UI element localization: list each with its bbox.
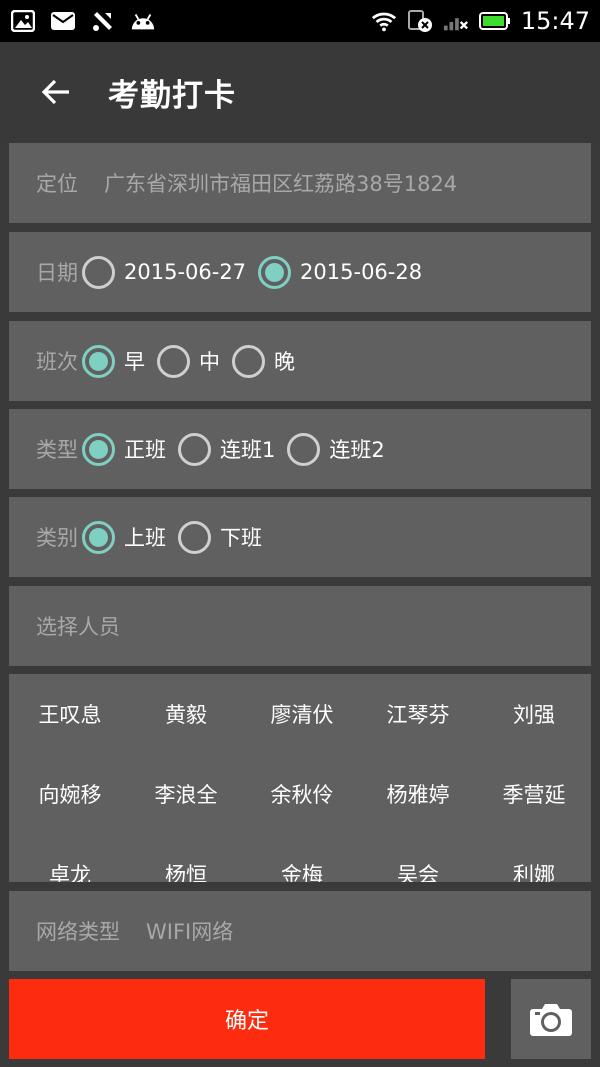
status-bar: 15:47 [0,0,600,42]
type-radio-group: 正班 连班1 连班2 [82,432,397,466]
status-time: 15:47 [520,7,590,35]
people-list[interactable]: 王叹息 黄毅 廖清伏 江琴芬 刘强向婉移 李浪全 余秋伶 杨雅婷 季营延卓龙 杨恒 金梅 吴会 利娜 [9,674,591,882]
radio-unchecked-icon [178,432,211,466]
shift-option-night[interactable]: 晚 [232,344,295,378]
mail-icon [50,8,76,34]
person-item[interactable]: 黄毅 [128,674,244,754]
category-option-clock-out[interactable]: 下班 [178,520,262,554]
type-option-regular[interactable]: 正班 [82,432,166,466]
type-option-label: 连班2 [329,438,385,462]
app-bar: 考勤打卡 [0,42,600,142]
location-label: 定位 [36,172,78,196]
radio-unchecked-icon [157,344,190,378]
gallery-icon [10,8,36,34]
shift-radio-group: 早 中 晚 [82,344,307,378]
tools-icon [90,8,116,34]
person-item[interactable]: 利娜 [476,834,591,882]
person-item[interactable]: 季营延 [476,754,591,834]
sim-error-icon [407,8,433,34]
radio-unchecked-icon [82,255,115,289]
page-title: 考勤打卡 [108,77,236,114]
person-item[interactable]: 金梅 [244,834,360,882]
radio-unchecked-icon [232,344,265,378]
radio-checked-icon [82,520,115,554]
shift-option-middle[interactable]: 中 [157,344,220,378]
person-item[interactable]: 刘强 [476,674,591,754]
radio-checked-icon [82,432,115,466]
person-item[interactable]: 向婉移 [12,754,128,834]
category-row: 类别 上班 下班 [9,497,591,577]
android-icon [130,8,156,34]
date-radio-group: 2015-06-27 2015-06-28 [82,255,434,289]
type-label: 类型 [36,438,78,462]
type-row: 类型 正班 连班1 连班2 [9,409,591,489]
category-option-clock-in[interactable]: 上班 [82,520,166,554]
date-row: 日期 2015-06-27 2015-06-28 [9,232,591,312]
shift-option-label: 早 [124,350,145,374]
person-item[interactable]: 廖清伏 [244,674,360,754]
person-item[interactable]: 李浪全 [128,754,244,834]
wifi-icon [371,8,397,34]
radio-unchecked-icon [287,432,321,466]
person-item[interactable]: 杨雅婷 [360,754,476,834]
shift-option-morning[interactable]: 早 [82,344,145,378]
select-person-field[interactable]: 选择人员 [9,586,591,666]
type-option-label: 正班 [124,438,166,462]
type-option-double2[interactable]: 连班2 [287,432,385,466]
date-option-0628[interactable]: 2015-06-28 [258,255,423,289]
network-value: WIFI网络 [146,920,234,944]
shift-option-label: 中 [199,350,220,374]
category-option-label: 上班 [124,526,166,550]
radio-checked-icon [82,344,115,378]
date-option-0627[interactable]: 2015-06-27 [82,255,247,289]
arrow-left-icon [41,79,69,105]
person-item[interactable]: 余秋伶 [244,754,360,834]
radio-checked-icon [258,255,292,289]
person-item[interactable]: 卓龙 [12,834,128,882]
people-grid: 王叹息 黄毅 廖清伏 江琴芬 刘强向婉移 李浪全 余秋伶 杨雅婷 季营延卓龙 杨恒 金梅 吴会 利娜 [9,674,591,882]
shift-option-label: 晚 [274,350,295,374]
camera-button[interactable] [511,979,591,1059]
confirm-button[interactable]: 确定 [9,979,485,1059]
location-value: 广东省深圳市福田区红荔路38号1824 [104,172,458,196]
person-item[interactable]: 杨恒 [128,834,244,882]
type-option-double1[interactable]: 连班1 [178,432,276,466]
date-option-label: 2015-06-28 [300,260,423,284]
signal-icon [443,8,469,34]
person-item[interactable]: 王叹息 [12,674,128,754]
date-label: 日期 [36,261,78,285]
battery-icon [478,8,511,34]
network-row: 网络类型 WIFI网络 [9,891,591,971]
type-option-label: 连班1 [220,438,276,462]
category-label: 类别 [36,526,78,550]
shift-label: 班次 [36,350,78,374]
category-option-label: 下班 [220,526,262,550]
person-item[interactable]: 江琴芬 [360,674,476,754]
date-option-label: 2015-06-27 [124,260,247,284]
radio-unchecked-icon [178,520,211,554]
category-radio-group: 上班 下班 [82,520,274,554]
camera-icon [530,1004,572,1036]
location-row: 定位 广东省深圳市福田区红荔路38号1824 [9,143,591,223]
network-label: 网络类型 [36,920,120,944]
person-item[interactable]: 吴会 [360,834,476,882]
shift-row: 班次 早 中 晚 [9,321,591,401]
back-button[interactable] [26,62,86,122]
select-person-placeholder: 选择人员 [36,615,120,639]
